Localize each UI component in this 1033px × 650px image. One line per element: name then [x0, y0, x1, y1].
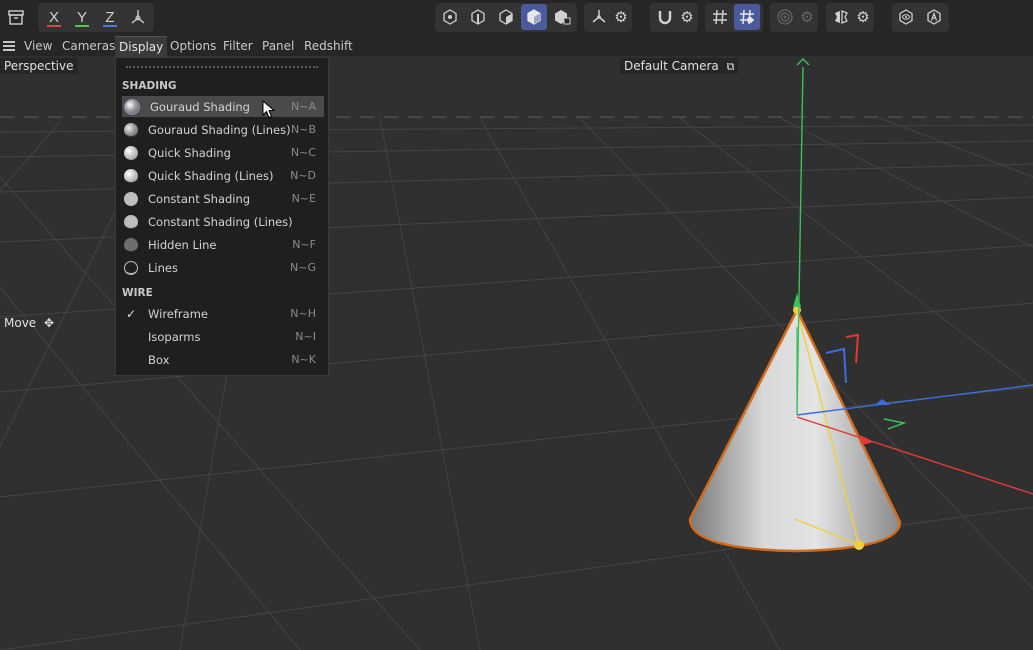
section-shading-heading: SHADING	[122, 80, 177, 92]
menu-item-label: Quick Shading (Lines)	[148, 168, 274, 183]
menu-panel[interactable]: Panel	[258, 36, 298, 56]
archive-icon[interactable]	[3, 4, 29, 30]
menu-item-shortcut: N~D	[290, 169, 316, 182]
quick-lines-icon	[124, 168, 138, 183]
menu-item-quick-shading-lines[interactable]: Quick Shading (Lines) N~D	[122, 165, 324, 186]
quick-shading-icon	[124, 145, 138, 160]
menu-item-lines[interactable]: Lines N~G	[122, 257, 324, 278]
tool-name: Move	[4, 316, 37, 330]
viewport-menubar: View Cameras Display Options Filter Pane…	[0, 36, 1033, 57]
coordinate-system-icon[interactable]	[125, 4, 151, 30]
menu-item-shortcut: N~C	[290, 146, 316, 159]
auto-icon[interactable]	[921, 4, 947, 30]
tool-label: Move ✥	[0, 315, 58, 331]
menu-item-shortcut: N~G	[290, 261, 316, 274]
main-toolbar: X Y Z ⚙ ⚙ ⚙ ⚙	[0, 0, 1033, 36]
menu-item-label: Gouraud Shading (Lines)	[148, 122, 291, 137]
menu-item-shortcut: N~K	[291, 353, 316, 366]
model-mode-icon[interactable]	[521, 4, 547, 30]
hidden-line-icon	[124, 237, 138, 252]
menu-item-shortcut: N~H	[290, 307, 316, 320]
menu-item-gouraud-shading-lines[interactable]: Gouraud Shading (Lines) N~B	[122, 119, 324, 140]
y-axis-lock-button[interactable]: Y	[69, 4, 95, 30]
edges-mode-icon[interactable]	[465, 4, 491, 30]
move-icon: ✥	[44, 316, 55, 330]
menu-item-label: Constant Shading (Lines)	[148, 214, 293, 229]
grid-snap-icon[interactable]	[707, 4, 733, 30]
camera-label[interactable]: Default Camera ⧉	[620, 58, 739, 74]
menu-item-label: Gouraud Shading	[150, 99, 250, 114]
menu-options[interactable]: Options	[166, 36, 220, 56]
cone-object[interactable]	[688, 306, 902, 553]
texture-mode-icon[interactable]	[549, 4, 575, 30]
constant-lines-icon	[124, 214, 138, 229]
section-wire-heading: WIRE	[122, 287, 153, 299]
menu-item-constant-shading-lines[interactable]: Constant Shading (Lines)	[122, 211, 324, 232]
workplane-icon[interactable]	[734, 4, 760, 30]
polygons-mode-icon[interactable]	[493, 4, 519, 30]
points-mode-icon[interactable]	[437, 4, 463, 30]
menu-filter[interactable]: Filter	[219, 36, 257, 56]
snap-settings-icon[interactable]: ⚙	[674, 4, 700, 30]
x-axis-lock-button[interactable]: X	[41, 4, 67, 30]
menu-item-shortcut: N~A	[291, 100, 316, 113]
menu-item-box[interactable]: Box N~K	[122, 349, 324, 370]
menu-item-label: Quick Shading	[148, 145, 231, 160]
menu-display[interactable]: Display	[115, 36, 168, 57]
menu-item-shortcut: N~F	[292, 238, 316, 251]
view-name-label: Perspective	[0, 58, 78, 74]
camera-lock-icon[interactable]: ⧉	[727, 60, 735, 73]
menu-cameras[interactable]: Cameras	[58, 36, 119, 56]
camera-name: Default Camera	[624, 59, 719, 73]
menu-item-gouraud-shading[interactable]: Gouraud Shading N~A	[122, 96, 324, 117]
checkmark-icon: ✓	[125, 306, 137, 321]
mouse-cursor-icon	[262, 100, 276, 119]
menu-item-label: Wireframe	[148, 306, 208, 321]
z-axis-lock-button[interactable]: Z	[97, 4, 123, 30]
menu-item-hidden-line[interactable]: Hidden Line N~F	[122, 234, 324, 255]
menu-item-quick-shading[interactable]: Quick Shading N~C	[122, 142, 324, 163]
menu-item-label: Lines	[148, 260, 178, 275]
menu-item-label: Constant Shading	[148, 191, 251, 206]
menu-redshift[interactable]: Redshift	[300, 36, 357, 56]
soft-selection-settings-icon[interactable]: ⚙	[794, 4, 820, 30]
lines-icon	[124, 260, 138, 275]
menu-item-shortcut: N~I	[295, 330, 316, 343]
menu-item-constant-shading[interactable]: Constant Shading N~E	[122, 188, 324, 209]
menu-tear-off-grip[interactable]	[126, 66, 318, 68]
menu-view[interactable]: View	[20, 36, 56, 56]
settings-icon[interactable]: ⚙	[608, 4, 634, 30]
constant-shading-icon	[124, 191, 138, 206]
menu-item-label: Isoparms	[148, 329, 201, 344]
symmetry-settings-icon[interactable]: ⚙	[850, 4, 876, 30]
display-menu-dropdown: SHADING Gouraud Shading N~A Gouraud Shad…	[115, 57, 329, 376]
hamburger-menu-icon[interactable]	[0, 36, 18, 56]
menu-item-wireframe[interactable]: ✓ Wireframe N~H	[122, 303, 324, 324]
menu-item-shortcut: N~E	[291, 192, 316, 205]
gouraud-lines-icon	[124, 122, 138, 137]
menu-item-shortcut: N~B	[291, 123, 316, 136]
gouraud-shading-icon	[124, 98, 140, 115]
menu-item-isoparms[interactable]: Isoparms N~I	[122, 326, 324, 347]
view-icon[interactable]	[893, 4, 919, 30]
menu-item-label: Box	[148, 352, 170, 367]
menu-item-label: Hidden Line	[148, 237, 217, 252]
